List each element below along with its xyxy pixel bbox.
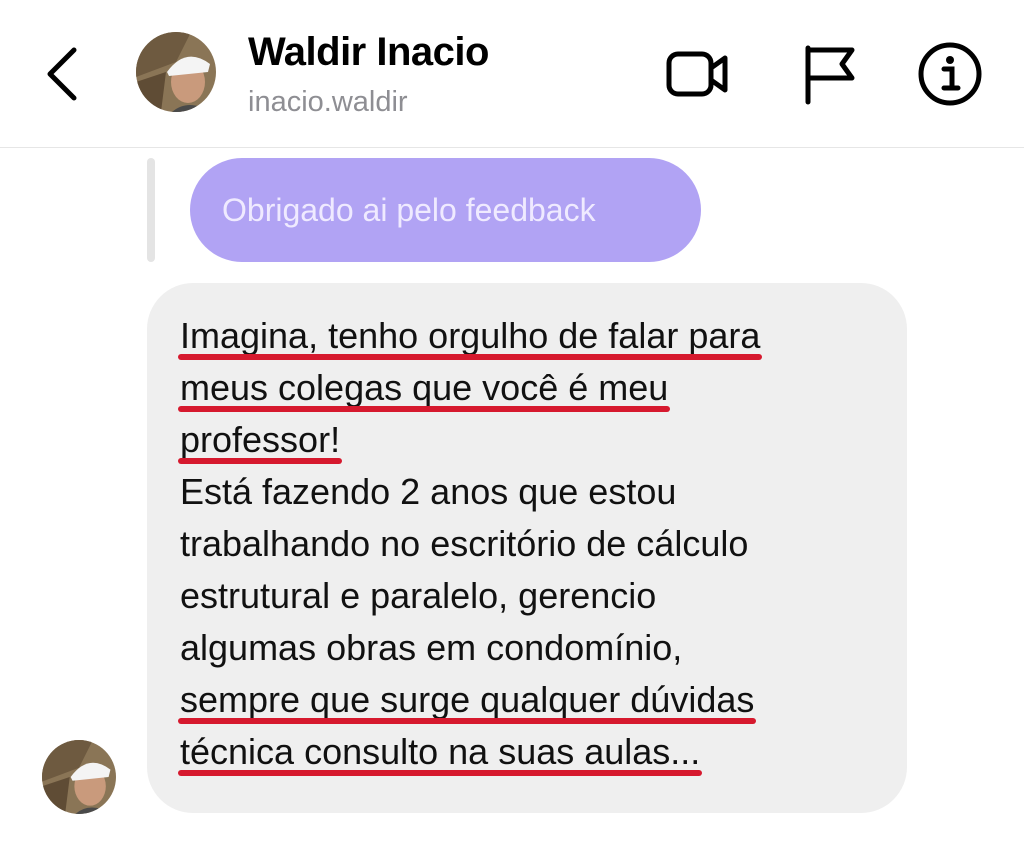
- video-call-icon[interactable]: [663, 40, 731, 108]
- avatar[interactable]: [136, 32, 216, 112]
- contact-handle: inacio.waldir: [248, 86, 408, 118]
- red-underline: [178, 354, 763, 360]
- contact-name[interactable]: Waldir Inacio: [248, 30, 489, 75]
- chat-header: Waldir Inacio inacio.waldir: [0, 0, 1024, 148]
- back-chevron-icon[interactable]: [40, 42, 84, 106]
- red-underline: [178, 406, 671, 412]
- red-underline: [178, 718, 757, 724]
- replied-message-bubble[interactable]: Obrigado ai pelo feedback: [190, 158, 701, 262]
- info-icon[interactable]: [916, 40, 984, 108]
- sender-avatar[interactable]: [42, 740, 116, 814]
- message-line: estrutural e paralelo, gerencio: [180, 575, 657, 616]
- flag-icon[interactable]: [796, 40, 864, 108]
- message-line: algumas obras em condomínio,: [180, 627, 683, 668]
- message-line: trabalhando no escritório de cálculo: [180, 523, 749, 564]
- red-underline: [178, 770, 703, 776]
- reply-quote-bar: [147, 158, 155, 262]
- message-line: Está fazendo 2 anos que estou: [180, 471, 677, 512]
- red-underline: [178, 458, 343, 464]
